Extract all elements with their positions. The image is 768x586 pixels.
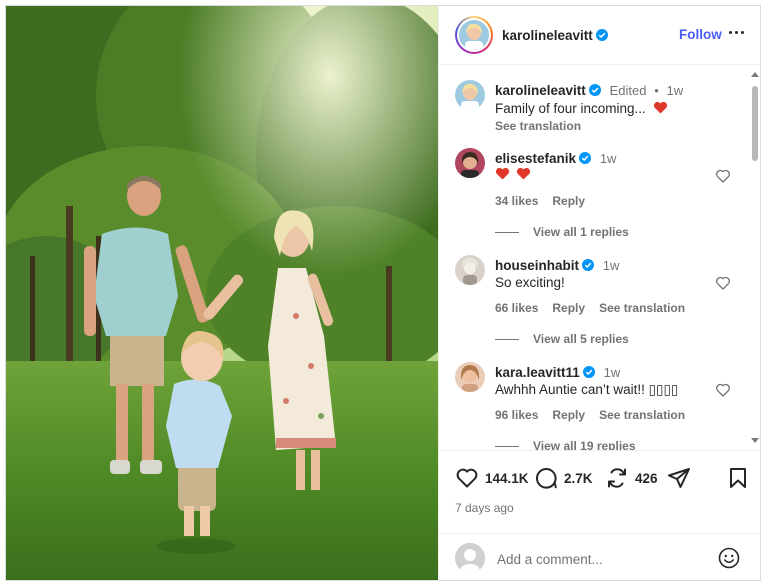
view-replies-button[interactable]: View all 5 replies [495,332,629,346]
view-replies-label: View all 1 replies [533,225,629,239]
edited-label: Edited [609,83,647,98]
comments-list[interactable]: karolineleavitt Edited • 1w Family of fo… [439,66,760,450]
comment-likes[interactable]: 66 likes [495,301,538,315]
like-comment-heart-icon[interactable] [715,275,731,291]
verified-badge-icon [582,366,595,378]
reply-button[interactable]: Reply [552,408,585,422]
like-comment-heart-icon[interactable] [715,382,731,398]
heart-emoji-icon [495,167,510,180]
reply-button[interactable]: Reply [552,301,585,315]
comment-meta: 66 likes Reply See translation [495,301,699,315]
repost-icon [608,468,626,488]
action-bar: 144.1K 2.7K 426 7 days ago [439,450,760,520]
post-photo[interactable] [6,6,438,580]
caption-header: karolineleavitt Edited • 1w [495,83,683,98]
like-comment-heart-icon[interactable] [715,168,731,184]
more-options-icon[interactable] [727,24,747,40]
send-paper-plane-icon [668,468,690,488]
see-translation-button[interactable]: See translation [599,408,685,422]
verified-badge-icon [588,84,601,96]
comment-input[interactable] [497,550,697,568]
post-dialog: karolineleavitt Follow karolineleavitt E… [5,5,761,581]
comment-header: elisestefanik 1w [495,151,616,166]
comment-bubble-icon [535,468,557,489]
family-photo-image [6,6,438,580]
commenter-avatar[interactable] [455,255,485,285]
commenter-avatar[interactable] [455,148,485,178]
share-button[interactable] [667,465,691,491]
caption-username[interactable]: karolineleavitt [495,83,586,98]
comment-button[interactable]: 2.7K [534,465,593,491]
comment-age[interactable]: 1w [604,365,621,380]
comment-composer [439,533,760,580]
bookmark-icon [730,468,746,488]
see-translation-button[interactable]: See translation [599,301,685,315]
comment-text: So exciting! [495,275,565,290]
author-username[interactable]: karolineleavitt [502,28,593,43]
comment-count: 2.7K [564,470,593,486]
scrollbar-thumb[interactable] [752,86,758,161]
caption-text: Family of four incoming... [495,101,646,116]
verified-badge-icon [579,152,592,164]
caption-age[interactable]: 1w [667,83,684,98]
comment-meta: 34 likes Reply [495,194,599,208]
post-timestamp[interactable]: 7 days ago [455,501,514,515]
comment-text [495,167,531,183]
verified-badge-icon [582,259,594,271]
comment-text: Awhhh Auntie can’t wait!! ▯▯▯▯ [495,382,679,397]
current-user-avatar [455,543,485,573]
save-button[interactable] [727,465,749,491]
verified-badge-icon [595,29,608,41]
comment-meta: 96 likes Reply See translation [495,408,699,422]
view-replies-button[interactable]: View all 1 replies [495,225,629,239]
separator-dot: • [654,83,659,98]
comment-username[interactable]: elisestefanik [495,151,576,166]
comment-likes[interactable]: 96 likes [495,408,538,422]
heart-emoji-icon [653,101,667,114]
comment-header: houseinhabit 1w [495,258,619,273]
repost-count: 426 [635,470,658,486]
comment-age[interactable]: 1w [600,151,617,166]
scroll-down-arrow-icon[interactable] [751,438,759,443]
post-details-panel: karolineleavitt Follow karolineleavitt E… [438,6,760,580]
heart-emoji-icon [516,167,530,180]
comment-username[interactable]: kara.leavitt11 [495,365,580,380]
post-header: karolineleavitt Follow [439,6,760,65]
caption-avatar[interactable] [455,80,485,110]
repost-button[interactable]: 426 [605,465,658,491]
reply-button[interactable]: Reply [552,194,585,208]
view-replies-button[interactable]: View all 19 replies [495,439,636,450]
like-button[interactable]: 144.1K [455,465,529,491]
author-name-row: karolineleavitt [502,27,608,45]
comment-likes[interactable]: 34 likes [495,194,538,208]
comment-username[interactable]: houseinhabit [495,258,579,273]
view-replies-label: View all 19 replies [533,439,636,450]
follow-button[interactable]: Follow [679,27,722,42]
story-ring[interactable] [455,16,493,54]
view-replies-label: View all 5 replies [533,332,629,346]
caption-text-row: Family of four incoming... [495,101,668,116]
scroll-up-arrow-icon[interactable] [751,72,759,77]
comment-age[interactable]: 1w [603,258,620,273]
commenter-avatar[interactable] [455,362,485,392]
emoji-picker-icon[interactable] [717,546,741,570]
like-count[interactable]: 144.1K [485,471,529,486]
author-avatar[interactable] [459,20,489,50]
caption-see-translation[interactable]: See translation [495,119,581,133]
comment-header: kara.leavitt11 1w [495,365,620,380]
heart-icon [456,468,478,488]
